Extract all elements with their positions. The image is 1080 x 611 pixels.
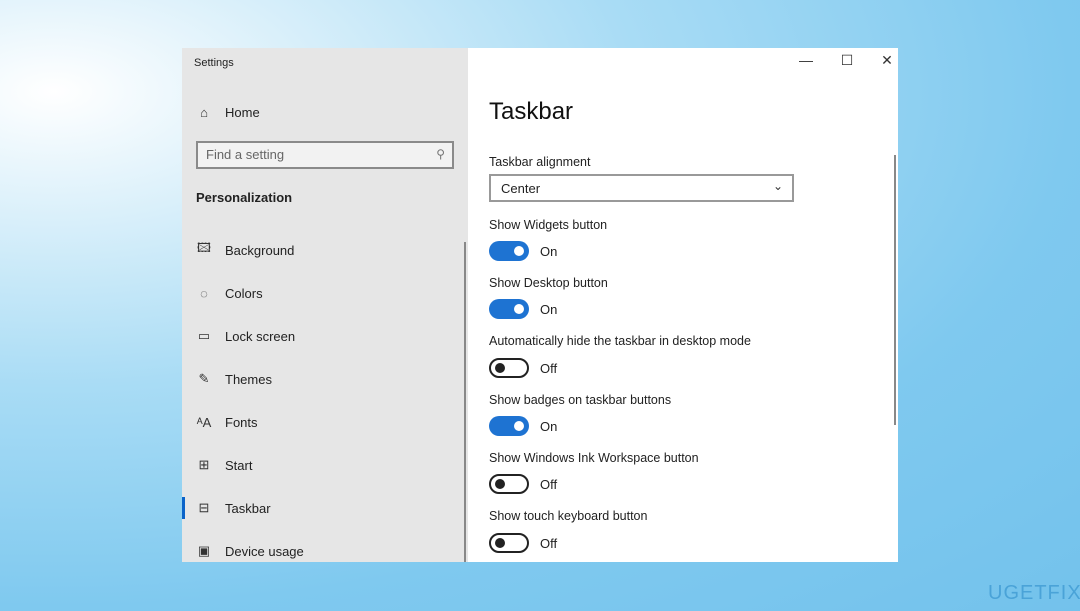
badges-toggle[interactable] (489, 416, 529, 436)
widgets-state: On (540, 244, 558, 259)
ink-label: Show Windows Ink Workspace button (489, 451, 699, 465)
chevron-down-icon: ⌄ (772, 179, 783, 193)
desktop-label: Show Desktop button (489, 276, 608, 290)
sidebar-item-fonts[interactable]: ᴬA Fonts (196, 414, 258, 430)
alignment-value: Center (501, 181, 541, 196)
app-title: Settings (194, 57, 234, 69)
ink-state: Off (540, 477, 558, 492)
section-heading: Personalization (196, 190, 293, 205)
sidebar-item-themes[interactable]: ✎ Themes (196, 371, 272, 387)
sidebar-item-background[interactable]: 🖾 Background (196, 240, 295, 258)
sidebar-item-home[interactable]: ⌂ Home (196, 104, 260, 120)
close-button[interactable]: ✕ (872, 52, 898, 69)
autohide-toggle[interactable] (489, 358, 529, 378)
badges-state: On (540, 419, 558, 434)
autohide-state: Off (540, 361, 558, 376)
start-grid-icon: ⊞ (198, 457, 210, 472)
widgets-label: Show Widgets button (489, 218, 608, 232)
sidebar-item-colors[interactable]: ◌ Colors (196, 285, 263, 301)
alignment-dropdown[interactable]: Center ⌄ (489, 174, 794, 202)
taskbar-icon: ⊟ (198, 500, 210, 515)
item-label: Lock screen (225, 328, 296, 344)
item-label: Start (225, 457, 253, 473)
item-label: Fonts (225, 414, 258, 430)
touch-keyboard-toggle[interactable] (489, 533, 529, 553)
desktop-toggle[interactable] (489, 299, 529, 319)
sidebar: Settings ⌂ Home Find a setting ⚲ Persona… (182, 48, 468, 562)
alignment-label: Taskbar alignment (489, 155, 591, 169)
selected-indicator (182, 497, 185, 519)
home-icon: ⌂ (200, 104, 208, 120)
desktop-state: On (540, 302, 558, 317)
sidebar-scrollbar[interactable] (464, 242, 466, 562)
minimize-button[interactable]: — (791, 52, 821, 68)
item-label: Taskbar (225, 500, 271, 516)
item-label: Themes (225, 371, 272, 387)
image-icon: 🖾 (196, 240, 212, 255)
main-pane: — ☐ ✕ Taskbar Taskbar alignment Center ⌄… (468, 48, 898, 562)
maximize-button[interactable]: ☐ (832, 52, 862, 69)
item-label: Background (225, 242, 295, 258)
palette-icon: ◌ (200, 285, 208, 301)
sidebar-item-taskbar[interactable]: ⊟ Taskbar (196, 500, 271, 516)
search-input[interactable]: Find a setting ⚲ (196, 141, 454, 169)
lock-screen-icon: ▭ (197, 328, 211, 343)
touch-keyboard-state: Off (540, 536, 558, 551)
page-title: Taskbar (489, 98, 574, 125)
settings-window: Settings ⌂ Home Find a setting ⚲ Persona… (182, 48, 898, 562)
brush-icon: ✎ (198, 371, 210, 386)
watermark-logo: UGETFIX (988, 582, 1080, 604)
sidebar-item-device-usage[interactable]: ▣ Device usage (196, 543, 304, 559)
device-usage-icon: ▣ (197, 543, 211, 558)
widgets-toggle[interactable] (489, 241, 529, 261)
item-label: Colors (225, 285, 263, 301)
ink-toggle[interactable] (489, 474, 529, 494)
item-label: Device usage (225, 543, 304, 559)
badges-label: Show badges on taskbar buttons (489, 393, 672, 407)
search-icon: ⚲ (436, 147, 445, 161)
home-label: Home (225, 104, 260, 120)
autohide-label: Automatically hide the taskbar in deskto… (489, 334, 751, 348)
search-placeholder: Find a setting (206, 147, 285, 162)
touch-keyboard-label: Show touch keyboard button (489, 509, 648, 523)
fonts-icon: ᴬA (196, 414, 212, 430)
main-scrollbar[interactable] (894, 155, 896, 425)
sidebar-item-start[interactable]: ⊞ Start (196, 457, 253, 473)
sidebar-item-lock-screen[interactable]: ▭ Lock screen (196, 328, 295, 344)
